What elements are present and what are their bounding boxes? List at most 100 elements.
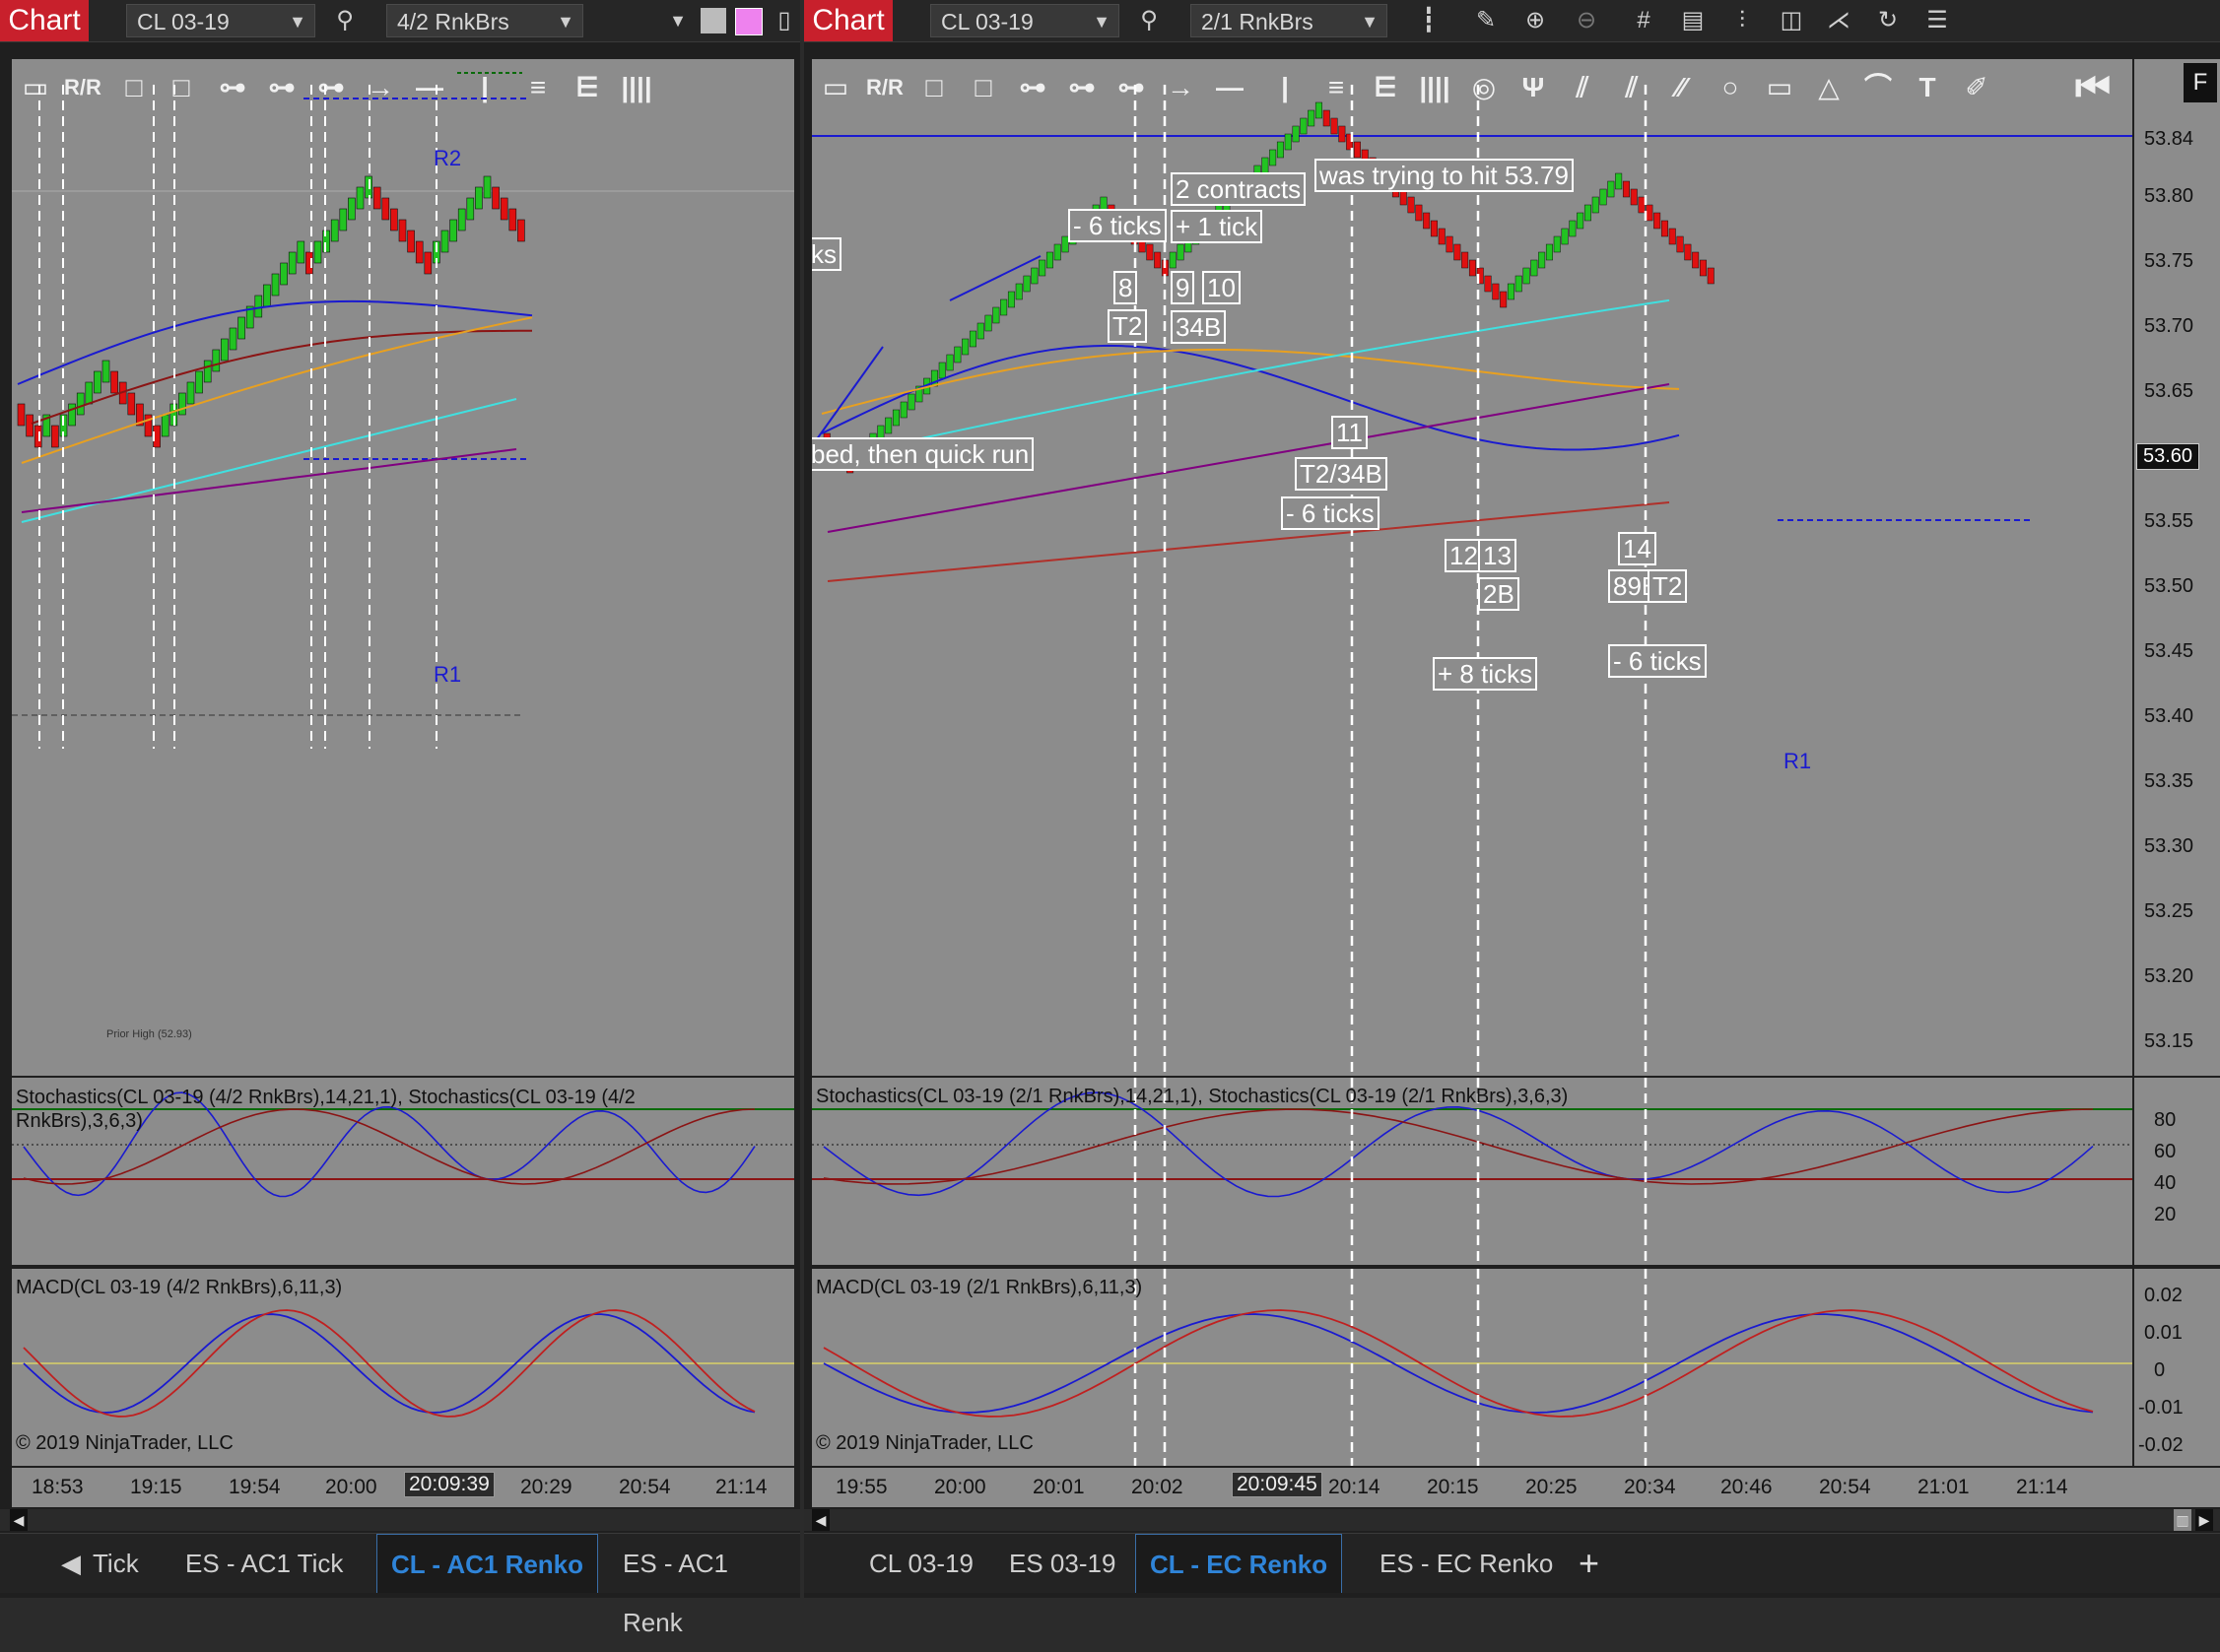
right-time-axis: 19:55 20:00 20:01 20:02 20:09:45 20:14 2… [812,1468,2220,1507]
annotation-note[interactable]: 11 [1331,416,1368,449]
annotation-note[interactable]: 2 contracts [1171,172,1307,206]
scroll-thumb[interactable]: ▥ [2174,1509,2191,1531]
left-copyright: © 2019 NinjaTrader, LLC [16,1432,234,1454]
price-label: 53.70 [2144,315,2194,337]
candle [127,392,136,416]
zoom-in-icon[interactable]: ⊕ [1519,6,1551,35]
annotation-note[interactable]: + 1 tick [1171,210,1263,243]
bar-type-selector[interactable]: 4/2 RnkBrs ▼ [386,4,583,37]
search-icon[interactable]: ⚲ [329,6,361,35]
annotation-note[interactable]: - 6 ticks [1608,644,1707,678]
left-price-plot[interactable]: ▭ R/R □ □ ⊶ ⊶ ⊶ → — | ≡ ⋿ |||| R2 R1 Pri… [12,59,794,1076]
chart-menu-button[interactable]: Chart [0,0,89,41]
tab-es-ac1-renko[interactable]: ES - AC1 Renk [609,1534,800,1637]
candle [1514,275,1522,293]
annotation-note[interactable]: T2 [1108,309,1148,343]
panel-icon[interactable]: ▯ [769,6,800,35]
instrument-selector[interactable]: CL 03-19 ▼ [126,4,315,37]
indicators-icon[interactable]: ⫶ [1726,6,1758,35]
price-label: 53.25 [2144,900,2194,922]
pencil-icon[interactable]: ✎ [1470,6,1502,35]
left-macd-panel[interactable]: MACD(CL 03-19 (4/2 RnkBrs),6,11,3) © 201… [12,1269,794,1466]
tab-es-ec-renko[interactable]: ES - EC Renko [1366,1534,1567,1593]
time-label: 18:53 [32,1476,84,1498]
annotation-note[interactable]: - 6 ticks [1068,209,1167,242]
candle [517,219,525,242]
right-price-plot[interactable]: ▭ R/R □ □ ⊶ ⊶ ⊶ → — | ≡ ⋿ |||| ◎ Ψ ⫽ ⫽ ⁄… [812,59,2132,1076]
macd-level-label: 0.01 [2144,1322,2183,1344]
left-stochastics-panel[interactable]: Stochastics(CL 03-19 (4/2 RnkBrs),14,21,… [12,1078,794,1265]
instrument-value: CL 03-19 [941,9,1034,34]
drawing-tools-icon[interactable]: ⋌ [1823,6,1854,35]
scroll-left-icon[interactable]: ◀ [812,1509,830,1531]
chart-menu-button[interactable]: Chart [804,0,893,41]
f-button[interactable]: F [2184,63,2217,102]
annotation-note[interactable]: 2B [1478,577,1519,611]
annotation-note[interactable]: 10 [1202,271,1241,304]
scroll-left-icon[interactable]: ◀ [10,1509,28,1531]
tab-cl-ec-renko[interactable]: CL - EC Renko [1135,1534,1343,1593]
annotation-note[interactable]: + 8 ticks [1433,657,1538,691]
dropdown-arrow-icon[interactable]: ▼ [662,6,694,35]
time-label: 21:01 [1917,1476,1970,1498]
annotation-note[interactable]: 13 [1478,539,1516,572]
bar-type-selector[interactable]: 2/1 RnkBrs ▼ [1190,4,1387,37]
candle [390,208,398,231]
right-macd-panel[interactable]: MACD(CL 03-19 (2/1 RnkBrs),6,11,3) © 201… [812,1269,2132,1466]
candle [1007,291,1015,308]
candle [1622,180,1630,198]
right-scrollbar[interactable]: ◀ ▥ ▶ [804,1509,2220,1531]
bar-style-icon[interactable]: ┇ [1413,6,1445,35]
candle [76,392,85,416]
annotation-note[interactable]: 34B [1171,310,1227,344]
tab-cl-ac1-renko[interactable]: CL - AC1 Renko [376,1534,599,1593]
refresh-icon[interactable]: ↻ [1872,6,1904,35]
color-swatch-gray-icon[interactable] [698,6,729,35]
annotation-note[interactable]: T2 [1648,569,1688,603]
candle [94,370,101,394]
candle [1660,220,1668,237]
add-tab-button[interactable]: + [1579,1534,1599,1593]
scroll-right-icon[interactable]: ▶ [2195,1509,2213,1531]
time-label: 20:46 [1720,1476,1773,1498]
candle [938,362,946,379]
properties-icon[interactable]: ☰ [1921,6,1953,35]
annotation-note[interactable]: was trying to hit 53.79 [1314,159,1574,192]
color-swatch-pink-icon[interactable] [733,6,765,35]
annotation-note[interactable]: T2/34B [1295,457,1387,491]
right-titlebar: Chart CL 03-19 ▼ ⚲ 2/1 RnkBrs ▼ ┇ ✎ ⊕ ⊖ … [804,0,2220,42]
candle [1423,212,1431,230]
tab-es-03-19[interactable]: ES 03-19 [995,1534,1129,1593]
candle [475,186,483,210]
annotation-note[interactable]: 8 [1113,271,1138,304]
tab-es-ac1-tick[interactable]: ES - AC1 Tick [171,1534,357,1593]
candle [1322,109,1330,127]
candle [1353,141,1361,159]
candle [1000,298,1008,316]
price-label: 53.84 [2144,128,2194,150]
annotation-note[interactable]: ks [812,237,841,271]
left-scrollbar[interactable]: ◀ [0,1509,800,1531]
search-icon[interactable]: ⚲ [1133,6,1165,35]
data-box-icon[interactable]: ▤ [1677,6,1709,35]
candle [1407,196,1415,214]
annotation-note[interactable]: - 6 ticks [1281,496,1379,530]
crosshair-icon[interactable]: # [1628,6,1659,35]
arrow-annotation [813,346,884,444]
strategies-icon[interactable]: ◫ [1776,6,1807,35]
annotation-note[interactable]: 9 [1171,271,1195,304]
candle [1308,109,1315,127]
zoom-out-icon[interactable]: ⊖ [1571,6,1602,35]
instrument-selector[interactable]: CL 03-19 ▼ [930,4,1119,37]
right-stochastics-panel[interactable]: Stochastics(CL 03-19 (2/1 RnkBrs),14,21,… [812,1078,2132,1265]
tab-tick[interactable]: Tick [79,1534,153,1593]
tab-cl-03-19[interactable]: CL 03-19 [855,1534,987,1593]
annotation-note[interactable]: bed, then quick run [812,437,1035,471]
annotation-note[interactable]: 14 [1618,532,1656,565]
candle [263,284,271,307]
candle [1039,259,1046,277]
time-label: 20:00 [325,1476,377,1498]
candle [1561,228,1569,245]
candle [1031,267,1039,285]
time-label: 20:14 [1328,1476,1380,1498]
